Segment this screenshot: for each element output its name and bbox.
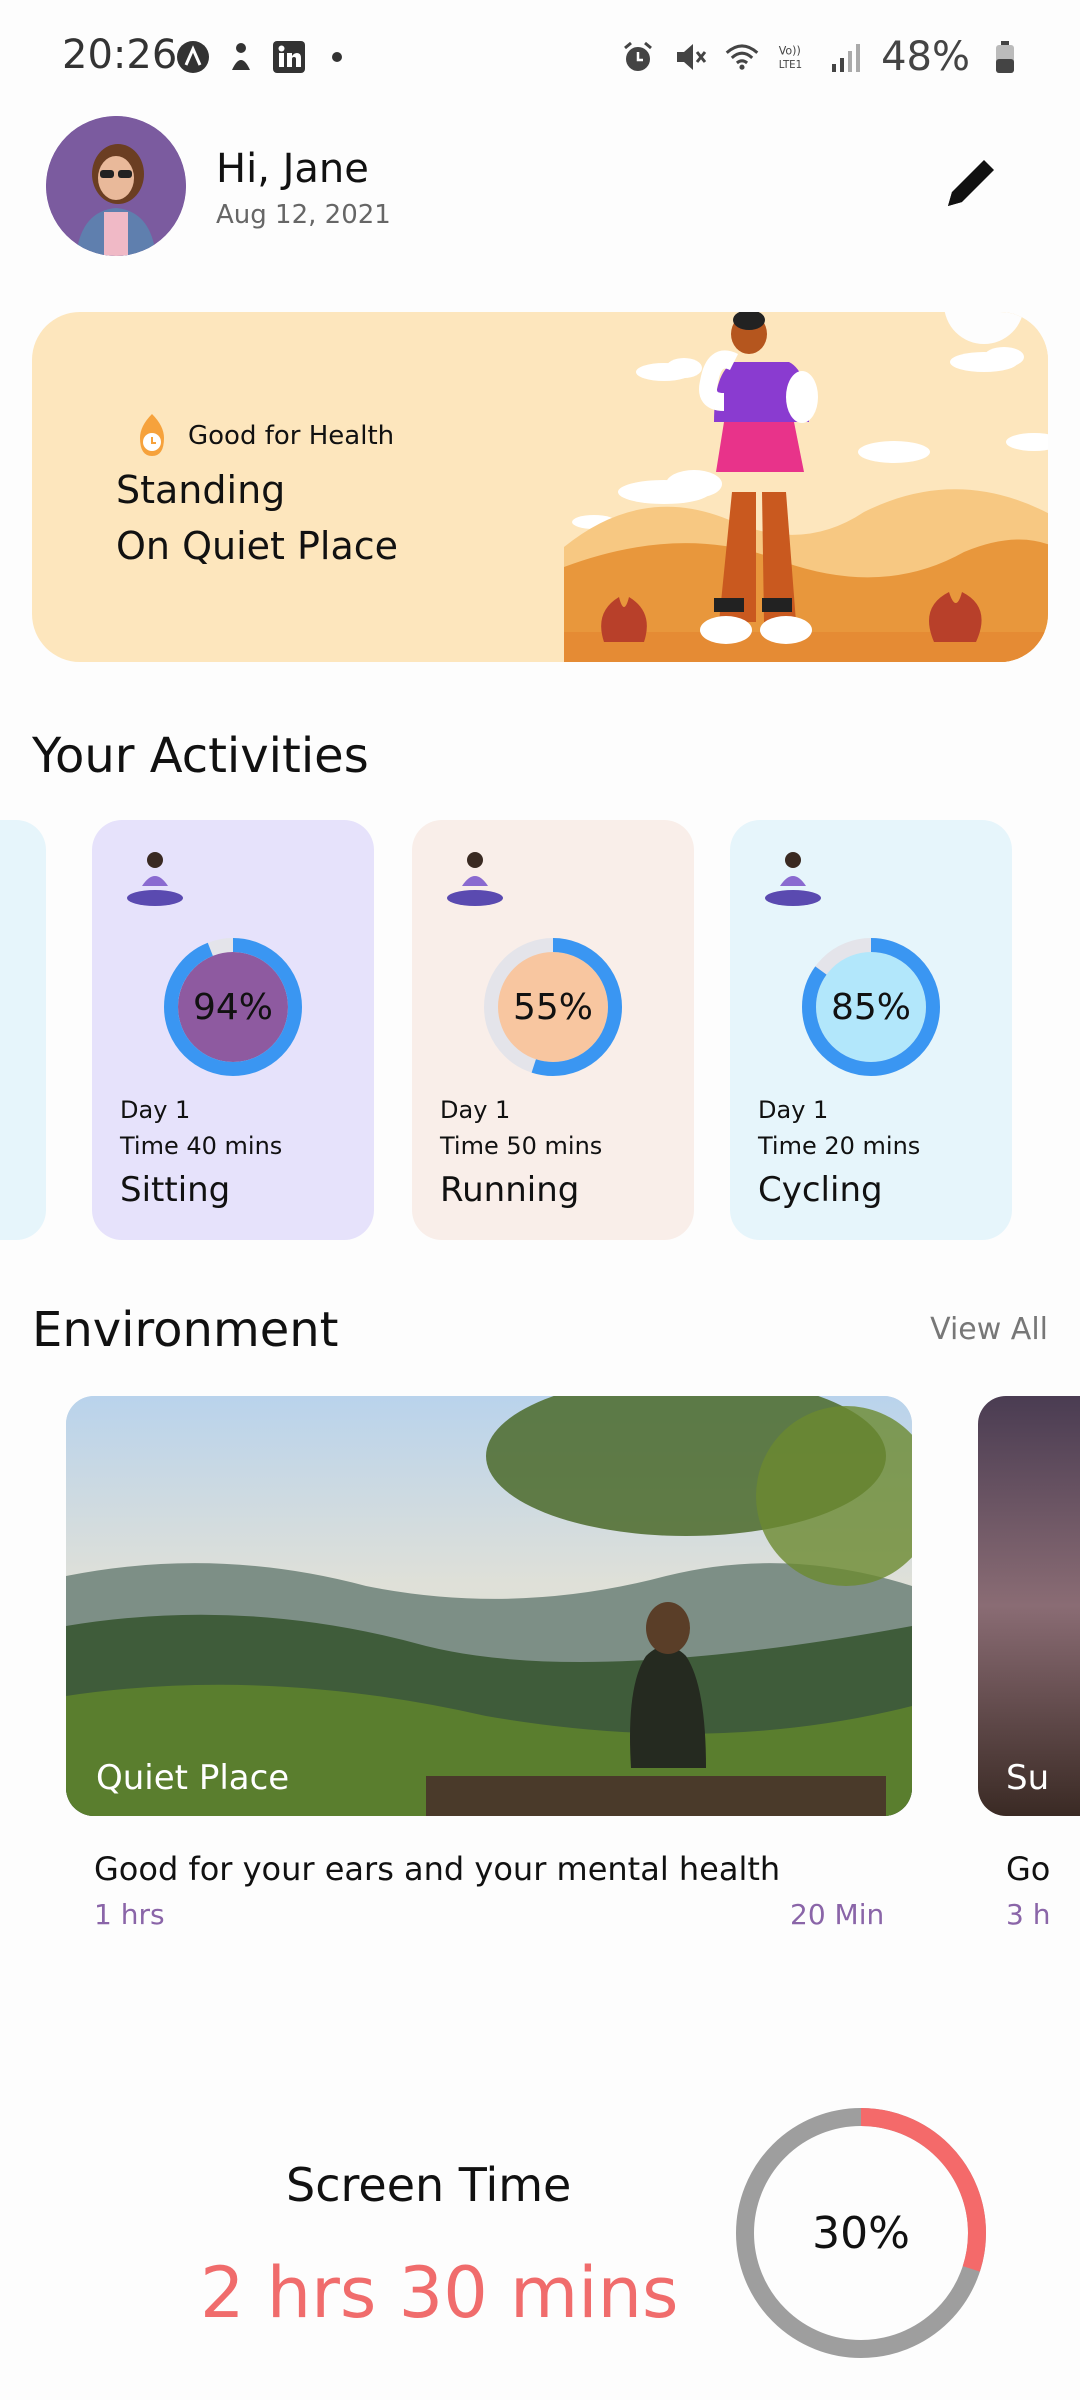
mute-icon [673, 40, 707, 74]
environment-card-minutes: 20 Min [790, 1898, 885, 1931]
activity-name: Sitting [120, 1170, 231, 1210]
activity-progress-ring: 85% [796, 932, 946, 1082]
volte-icon: Vo)) LTE1 [777, 40, 811, 74]
meditation-icon [127, 852, 183, 906]
banner-tag: Good for Health [132, 412, 394, 460]
featured-banner[interactable]: Good for Health Standing On Quiet Place [32, 312, 1048, 662]
battery-icon [988, 40, 1022, 74]
signal-icon [829, 40, 863, 74]
activity-time: Time 50 mins [440, 1132, 603, 1160]
environment-card-duration: 1 hrs [94, 1898, 165, 1931]
environment-card-duration-2: 3 h [1006, 1898, 1051, 1931]
system-icons: Vo)) LTE1 48% [621, 34, 1022, 80]
header-date: Aug 12, 2021 [216, 200, 391, 230]
greeting: Hi, Jane [216, 146, 369, 192]
environment-card-image-2[interactable] [978, 1396, 1080, 1816]
activity-name: Cycling [758, 1170, 883, 1210]
environment-card-description: Good for your ears and your mental healt… [94, 1850, 781, 1888]
activity-percent: 85% [830, 986, 911, 1028]
view-all-link[interactable]: View All [930, 1312, 1048, 1347]
a-icon [176, 40, 210, 74]
activity-time: Time 20 mins [758, 1132, 921, 1160]
pencil-icon [948, 160, 994, 206]
figure-icon [224, 40, 258, 74]
status-time: 20:26 [62, 32, 178, 78]
screen-time-label: Screen Time [286, 2158, 572, 2212]
flame-timer-icon [140, 414, 164, 456]
standing-person-illustration [564, 312, 1048, 662]
activity-percent: 55% [512, 986, 593, 1028]
activity-percent: 94% [192, 986, 273, 1028]
quiet-place-photo [66, 1396, 912, 1816]
screen-time-ring: 30% [732, 2104, 990, 2362]
environment-card-description-2: Go [1006, 1850, 1051, 1888]
svg-text:LTE1: LTE1 [779, 60, 802, 71]
activity-day: Day 1 [758, 1096, 829, 1124]
activities-title: Your Activities [32, 728, 369, 784]
activity-day: Day 1 [440, 1096, 511, 1124]
activity-card-cycling[interactable]: 85% Day 1 Time 20 mins Cycling [730, 820, 1012, 1240]
alarm-icon [621, 40, 655, 74]
activity-card-partial[interactable] [0, 820, 46, 1240]
wifi-icon [725, 40, 759, 74]
avatar[interactable] [46, 116, 186, 256]
status-bar: 20:26 Vo)) LTE1 48% [0, 0, 1080, 120]
notification-icons [176, 40, 354, 74]
banner-tag-label: Good for Health [188, 421, 395, 451]
linkedin-icon [272, 40, 306, 74]
environment-card-label: Quiet Place [96, 1758, 290, 1798]
dot-icon [320, 40, 354, 74]
activity-day: Day 1 [120, 1096, 191, 1124]
edit-button[interactable] [934, 150, 1004, 220]
activity-card-sitting[interactable]: 94% Day 1 Time 40 mins Sitting [92, 820, 374, 1240]
activity-time: Time 40 mins [120, 1132, 283, 1160]
environment-card-image[interactable] [66, 1396, 912, 1816]
environment-title: Environment [32, 1302, 339, 1358]
activity-progress-ring: 55% [478, 932, 628, 1082]
activity-name: Running [440, 1170, 580, 1210]
battery-percent: 48% [881, 34, 970, 80]
activity-progress-ring: 94% [158, 932, 308, 1082]
activity-card-running[interactable]: 55% Day 1 Time 50 mins Running [412, 820, 694, 1240]
svg-text:Vo)): Vo)) [779, 44, 801, 57]
banner-title: Standing On Quiet Place [116, 468, 399, 568]
environment-card-label-2: Su [1006, 1758, 1050, 1798]
cyclist-icon [765, 852, 821, 906]
screen-time-value: 2 hrs 30 mins [200, 2252, 679, 2334]
screen-time-percent: 30% [812, 2207, 910, 2259]
runner-icon [447, 852, 503, 906]
